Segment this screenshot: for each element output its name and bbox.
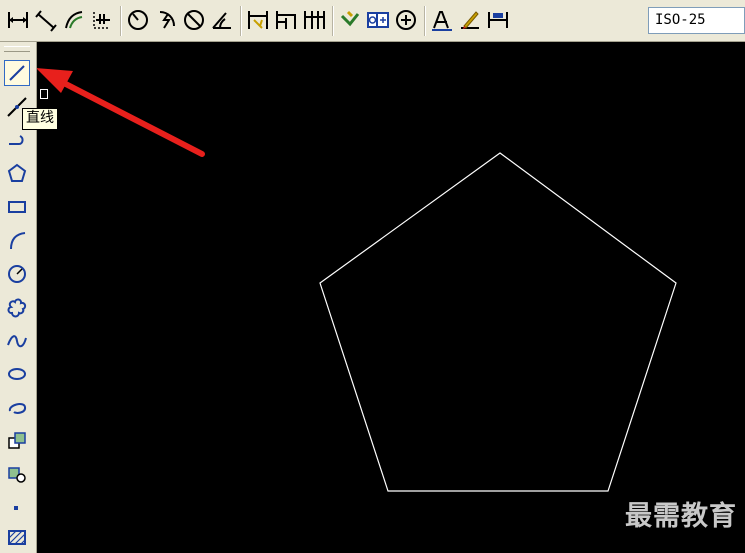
dimension-toolbar: ISO-25 xyxy=(0,0,745,42)
diameter-dimension-icon[interactable] xyxy=(180,5,208,35)
radius-dimension-icon[interactable] xyxy=(124,5,152,35)
point-icon[interactable] xyxy=(4,494,30,520)
insert-block-icon[interactable] xyxy=(4,428,30,454)
toolbar-grip[interactable] xyxy=(4,46,30,52)
pentagon-shape xyxy=(319,152,677,492)
tolerance-icon[interactable] xyxy=(364,5,392,35)
tooltip-line: 直线 xyxy=(22,108,58,130)
dimension-style-select[interactable]: ISO-25 xyxy=(648,7,745,34)
arc-icon[interactable] xyxy=(4,227,30,253)
jogged-dimension-icon[interactable] xyxy=(152,5,180,35)
linear-dimension-icon[interactable] xyxy=(4,5,32,35)
ordinate-dimension-icon[interactable] xyxy=(88,5,116,35)
baseline-dimension-icon[interactable] xyxy=(272,5,300,35)
angular-dimension-icon[interactable] xyxy=(208,5,236,35)
quick-leader-icon[interactable] xyxy=(336,5,364,35)
hatch-icon[interactable] xyxy=(4,524,30,550)
dimension-update-icon[interactable] xyxy=(484,5,512,35)
continue-dimension-icon[interactable] xyxy=(300,5,328,35)
rectangle-icon[interactable] xyxy=(4,194,30,220)
dimension-text-edit-icon[interactable] xyxy=(456,5,484,35)
dimension-edit-icon[interactable] xyxy=(428,5,456,35)
ellipse-arc-icon[interactable] xyxy=(4,395,30,421)
arc-length-icon[interactable] xyxy=(60,5,88,35)
cursor-marker xyxy=(40,89,48,99)
circle-icon[interactable] xyxy=(4,261,30,287)
aligned-dimension-icon[interactable] xyxy=(32,5,60,35)
make-block-icon[interactable] xyxy=(4,461,30,487)
red-pointer-arrow xyxy=(37,68,205,157)
polygon-icon[interactable] xyxy=(4,160,30,186)
center-mark-icon[interactable] xyxy=(392,5,420,35)
line-icon[interactable] xyxy=(4,60,30,86)
drawing-canvas[interactable] xyxy=(37,42,745,553)
quick-dimension-icon[interactable] xyxy=(244,5,272,35)
watermark: 最需教育 xyxy=(625,501,737,532)
spline-icon[interactable] xyxy=(4,328,30,354)
revision-cloud-icon[interactable] xyxy=(4,294,30,320)
ellipse-icon[interactable] xyxy=(4,361,30,387)
